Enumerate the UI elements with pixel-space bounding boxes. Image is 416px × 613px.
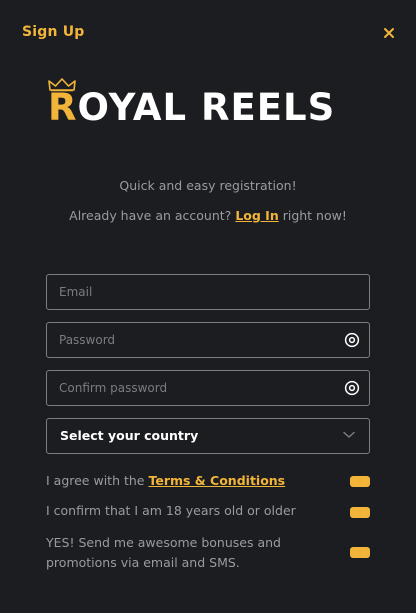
logo-first-letter: R — [48, 86, 78, 129]
login-suffix: right now! — [282, 208, 347, 223]
confirm-password-input[interactable] — [59, 371, 329, 404]
chevron-down-icon — [343, 431, 355, 438]
country-select-label: Select your country — [60, 428, 199, 443]
age-consent-label: I confirm that I am 18 years old or olde… — [46, 503, 296, 518]
modal-title: Sign Up — [22, 24, 85, 40]
logo-rest: OYAL REELS — [77, 86, 336, 129]
password-input[interactable] — [59, 323, 329, 356]
email-input[interactable] — [59, 275, 329, 308]
login-link[interactable]: Log In — [235, 208, 278, 223]
terms-toggle[interactable] — [350, 476, 370, 487]
email-field-wrapper — [46, 274, 370, 310]
login-prefix: Already have an account? — [69, 208, 232, 223]
eye-icon[interactable] — [344, 332, 360, 348]
terms-prefix: I agree with the — [46, 473, 145, 488]
age-toggle[interactable] — [350, 507, 370, 518]
terms-consent-label: I agree with the Terms & Conditions — [46, 471, 336, 491]
promo-consent-label: YES! Send me awesome bonuses and promoti… — [46, 535, 281, 570]
promo-toggle[interactable] — [350, 547, 370, 558]
registration-subtitle: Quick and easy registration! — [119, 178, 297, 193]
confirm-password-field-wrapper — [46, 370, 370, 406]
login-prompt: Already have an account? Log In right no… — [0, 208, 416, 223]
royal-reels-logo: ROYAL REELS — [48, 78, 368, 130]
logo-wordmark: ROYAL REELS — [48, 88, 335, 128]
password-field-wrapper — [46, 322, 370, 358]
eye-icon[interactable] — [344, 380, 360, 396]
signup-modal: Sign Up ROYAL REELS Quick and easy regis… — [0, 0, 416, 613]
country-select[interactable]: Select your country — [46, 418, 370, 454]
terms-link[interactable]: Terms & Conditions — [148, 473, 285, 488]
close-icon[interactable] — [382, 26, 396, 40]
